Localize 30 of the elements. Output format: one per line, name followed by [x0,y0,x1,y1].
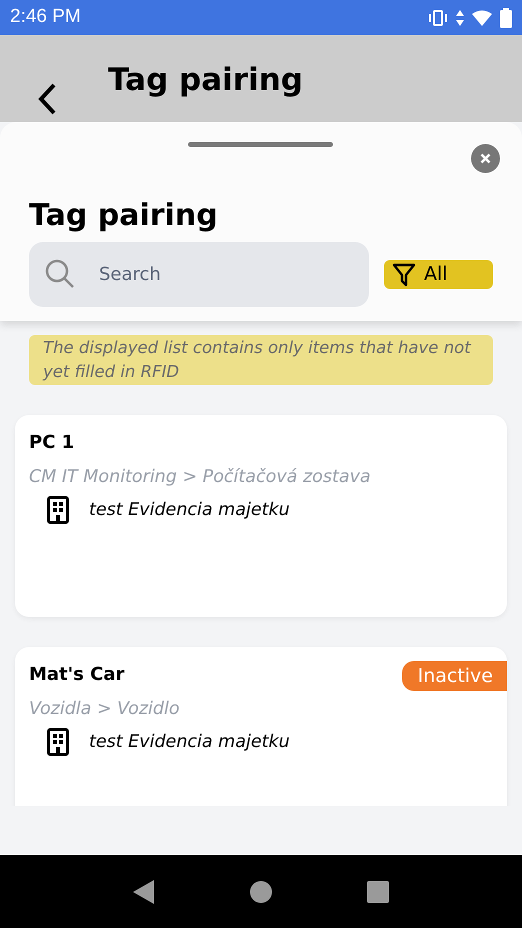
back-nav-icon[interactable] [133,880,155,904]
sheet-title: Tag pairing [29,198,219,234]
battery-icon [500,8,512,28]
item-name: Mat's Car [29,662,124,687]
status-badge: Inactive [402,660,507,692]
search-field[interactable]: Search [29,242,369,307]
item-category-path: CM IT Monitoring > Počítačová zostava [29,466,372,489]
search-icon [45,259,75,289]
home-nav-icon[interactable] [250,880,272,902]
data-arrows-icon [456,10,464,26]
item-category-path: Vozidla > Vozidlo [29,698,181,721]
notice-text: The displayed list contains only items that have not yet filled in RFID [29,335,493,385]
back-icon[interactable] [36,82,58,116]
item-name: PC 1 [29,430,74,455]
drag-handle[interactable] [188,142,333,147]
wifi-icon [472,10,492,26]
status-time: 2:46 PM [10,5,81,30]
item-location: test Evidencia majetku [89,498,290,522]
filter-icon [392,262,416,286]
vibrate-icon [428,10,448,26]
filter-button[interactable]: All [384,260,493,289]
close-icon [480,153,491,164]
page-title: Tag pairing [108,65,303,96]
close-button[interactable] [471,144,500,173]
item-card[interactable]: Mat's Car Vozidla > Vozidlo test Evidencia majetku Inactive [15,646,507,806]
recents-nav-icon[interactable] [367,880,389,902]
building-icon [47,728,69,756]
item-card[interactable]: PC 1 CM IT Monitoring > Počítačová zostava test Evidencia majetku [15,414,507,617]
item-location: test Evidencia majetku [89,730,290,754]
building-icon [47,496,69,524]
